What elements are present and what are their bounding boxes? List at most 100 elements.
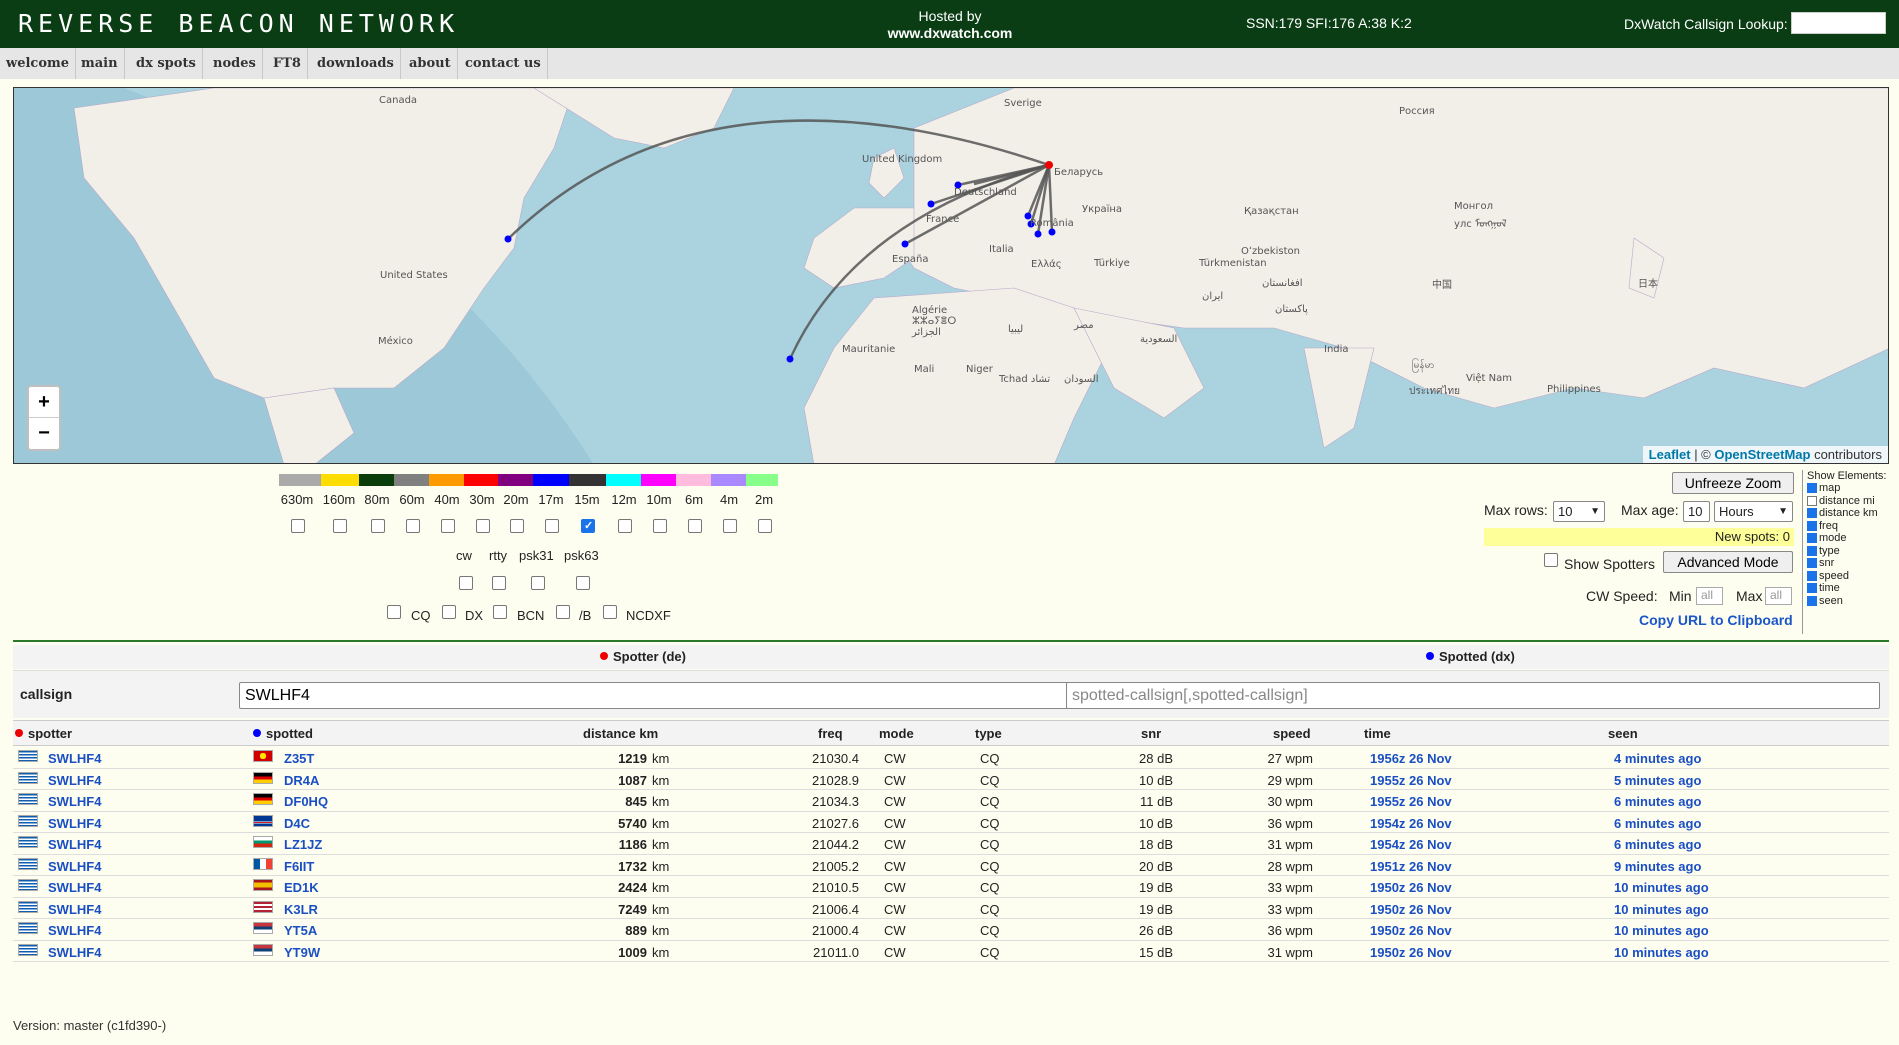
time-link[interactable]: 1955z 26 Nov <box>1370 794 1452 809</box>
spotter-callsign-link[interactable]: SWLHF4 <box>48 773 101 788</box>
band-checkbox-10m[interactable] <box>653 519 667 533</box>
show-element-checkbox[interactable] <box>1807 583 1817 593</box>
seen-link[interactable]: 10 minutes ago <box>1614 902 1709 917</box>
nav-nodes[interactable]: nodes <box>207 48 263 79</box>
show-element-map[interactable]: map <box>1807 482 1892 495</box>
max-age-unit-select[interactable]: Hours ▼ <box>1714 501 1793 522</box>
seen-link[interactable]: 10 minutes ago <box>1614 880 1709 895</box>
show-element-snr[interactable]: snr <box>1807 557 1892 570</box>
seen-link[interactable]: 5 minutes ago <box>1614 773 1701 788</box>
type-checkbox-dx[interactable] <box>442 605 456 619</box>
spotted-callsign-link[interactable]: YT9W <box>284 945 320 960</box>
col-snr[interactable]: snr <box>1141 726 1161 741</box>
spotted-callsign-link[interactable]: DF0HQ <box>284 794 328 809</box>
cw-speed-min-input[interactable]: all <box>1696 587 1723 605</box>
band-checkbox-160m[interactable] <box>333 519 347 533</box>
band-checkbox-40m[interactable] <box>441 519 455 533</box>
mode-checkbox-cw[interactable] <box>459 576 473 590</box>
nav-ft8[interactable]: FT8 <box>267 48 308 79</box>
spotted-callsign-link[interactable]: K3LR <box>284 902 318 917</box>
band-checkbox-6m[interactable] <box>688 519 702 533</box>
show-element-checkbox[interactable] <box>1807 558 1817 568</box>
col-spotted[interactable]: spotted <box>253 726 313 741</box>
spotted-callsign-input[interactable]: spotted-callsign[,spotted-callsign] <box>1066 682 1880 709</box>
time-link[interactable]: 1956z 26 Nov <box>1370 751 1452 766</box>
show-element-time[interactable]: time <box>1807 582 1892 595</box>
band-checkbox-15m[interactable] <box>581 519 595 533</box>
spotter-callsign-link[interactable]: SWLHF4 <box>48 816 101 831</box>
spotter-callsign-link[interactable]: SWLHF4 <box>48 794 101 809</box>
mode-checkbox-rtty[interactable] <box>492 576 506 590</box>
osm-link[interactable]: OpenStreetMap <box>1714 447 1810 462</box>
type-checkbox-cq[interactable] <box>387 605 401 619</box>
spotted-callsign-link[interactable]: Z35T <box>284 751 314 766</box>
time-link[interactable]: 1954z 26 Nov <box>1370 816 1452 831</box>
spotter-callsign-link[interactable]: SWLHF4 <box>48 923 101 938</box>
seen-link[interactable]: 10 minutes ago <box>1614 945 1709 960</box>
cw-speed-max-input[interactable]: all <box>1765 587 1792 605</box>
max-rows-select[interactable]: 10 ▼ <box>1553 501 1605 522</box>
nav-welcome[interactable]: welcome <box>0 48 77 79</box>
site-logo[interactable]: REVERSE BEACON NETWORK <box>18 9 459 38</box>
type-checkbox-bcn[interactable] <box>493 605 507 619</box>
show-element-checkbox[interactable] <box>1807 508 1817 518</box>
nav-contact-us[interactable]: contact us <box>459 48 548 79</box>
band-checkbox-2m[interactable] <box>758 519 772 533</box>
advanced-mode-button[interactable]: Advanced Mode <box>1663 551 1793 573</box>
show-element-checkbox[interactable] <box>1807 545 1817 556</box>
spotter-callsign-link[interactable]: SWLHF4 <box>48 837 101 852</box>
type-checkbox-ncdxf[interactable] <box>603 605 617 619</box>
band-checkbox-17m[interactable] <box>545 519 559 533</box>
type-checkbox-beacon[interactable] <box>556 605 570 619</box>
show-element-distance-mi[interactable]: distance mi <box>1807 495 1892 508</box>
band-checkbox-30m[interactable] <box>476 519 490 533</box>
spotter-callsign-link[interactable]: SWLHF4 <box>48 751 101 766</box>
spotted-marker-d4c[interactable] <box>786 355 794 363</box>
spotted-callsign-link[interactable]: LZ1JZ <box>284 837 322 852</box>
seen-link[interactable]: 6 minutes ago <box>1614 816 1701 831</box>
nav-downloads[interactable]: downloads <box>311 48 401 79</box>
show-element-checkbox[interactable] <box>1807 533 1817 543</box>
seen-link[interactable]: 10 minutes ago <box>1614 923 1709 938</box>
seen-link[interactable]: 6 minutes ago <box>1614 794 1701 809</box>
col-freq[interactable]: freq <box>818 726 843 741</box>
band-checkbox-20m[interactable] <box>510 519 524 533</box>
spotter-callsign-link[interactable]: SWLHF4 <box>48 945 101 960</box>
spotted-callsign-link[interactable]: DR4A <box>284 773 319 788</box>
band-checkbox-12m[interactable] <box>618 519 632 533</box>
col-speed[interactable]: speed <box>1273 726 1311 741</box>
spotted-marker-k3lr[interactable] <box>504 235 512 243</box>
seen-link[interactable]: 9 minutes ago <box>1614 859 1701 874</box>
spotted-callsign-link[interactable]: ED1K <box>284 880 319 895</box>
spot-map[interactable]: Canada Sverige Россия United Kingdom Бел… <box>13 87 1889 464</box>
zoom-in-button[interactable]: + <box>29 387 59 418</box>
col-mode[interactable]: mode <box>879 726 914 741</box>
spotter-callsign-link[interactable]: SWLHF4 <box>48 902 101 917</box>
show-element-checkbox[interactable] <box>1807 570 1817 581</box>
time-link[interactable]: 1954z 26 Nov <box>1370 837 1452 852</box>
col-time[interactable]: time <box>1364 726 1391 741</box>
unfreeze-zoom-button[interactable]: Unfreeze Zoom <box>1672 472 1794 494</box>
show-element-mode[interactable]: mode <box>1807 532 1892 545</box>
show-element-checkbox[interactable] <box>1807 495 1817 506</box>
band-checkbox-80m[interactable] <box>371 519 385 533</box>
spotted-callsign-link[interactable]: YT5A <box>284 923 317 938</box>
zoom-out-button[interactable]: − <box>29 418 59 449</box>
spotted-marker-z35t[interactable] <box>1034 230 1042 238</box>
leaflet-link[interactable]: Leaflet <box>1649 447 1691 462</box>
show-element-checkbox[interactable] <box>1807 520 1817 531</box>
col-distance[interactable]: distance km <box>583 726 658 741</box>
nav-dx-spots[interactable]: dx spots <box>130 48 203 79</box>
col-spotter[interactable]: spotter <box>15 726 72 741</box>
time-link[interactable]: 1955z 26 Nov <box>1370 773 1452 788</box>
spotted-marker-f6iit[interactable] <box>927 200 935 208</box>
time-link[interactable]: 1950z 26 Nov <box>1370 923 1452 938</box>
host-link[interactable]: www.dxwatch.com <box>880 25 1020 42</box>
spotter-marker-swlhf4[interactable] <box>1045 161 1053 169</box>
time-link[interactable]: 1950z 26 Nov <box>1370 902 1452 917</box>
mode-checkbox-psk31[interactable] <box>531 576 545 590</box>
col-type[interactable]: type <box>975 726 1002 741</box>
seen-link[interactable]: 4 minutes ago <box>1614 751 1701 766</box>
copy-url-link[interactable]: Copy URL to Clipboard <box>1639 612 1793 628</box>
show-element-freq[interactable]: freq <box>1807 520 1892 533</box>
